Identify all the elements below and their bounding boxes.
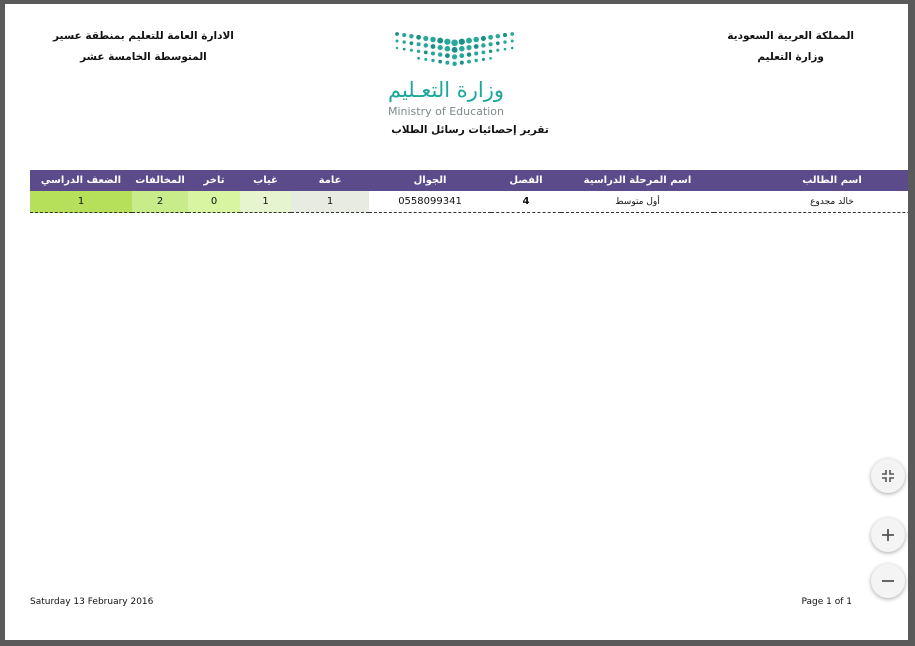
header-right: المملكة العربية السعودية وزارة التعليم bbox=[727, 26, 854, 68]
cell-violations: 2 bbox=[132, 191, 188, 213]
ministry-name: وزارة التعليم bbox=[757, 51, 824, 63]
school-name: المتوسطة الخامسة عشر bbox=[80, 51, 207, 63]
col-violations: المخالفات bbox=[132, 170, 188, 191]
report-title: تقرير إحصائيات رسائل الطلاب bbox=[391, 124, 549, 136]
report-page: المملكة العربية السعودية وزارة التعليم ا… bbox=[5, 4, 908, 640]
col-absence: غياب bbox=[240, 170, 291, 191]
cell-class: 4 bbox=[491, 191, 561, 213]
cell-absence: 1 bbox=[240, 191, 291, 213]
minus-icon bbox=[882, 580, 894, 582]
zoom-out-button[interactable] bbox=[871, 564, 905, 598]
footer-page-number: Page 1 of 1 bbox=[801, 597, 853, 607]
directorate-name: الادارة العامة للتعليم بمنطقة عسير bbox=[53, 30, 234, 42]
logo-arabic-text: وزارة التعـليم bbox=[387, 78, 505, 102]
footer-date: Saturday 13 February 2016 bbox=[30, 597, 154, 607]
cell-mobile: 0558099341 bbox=[369, 191, 491, 213]
fit-page-button[interactable] bbox=[871, 459, 905, 493]
students-table: اسم الطالب اسم المرحلة الدراسية الفصل ال… bbox=[30, 170, 908, 213]
col-stage: اسم المرحلة الدراسية bbox=[561, 170, 714, 191]
cell-general: 1 bbox=[291, 191, 369, 213]
cell-late: 0 bbox=[188, 191, 240, 213]
col-student-name: اسم الطالب bbox=[714, 170, 908, 191]
col-late: تاخر bbox=[188, 170, 240, 191]
cell-weakness: 1 bbox=[30, 191, 132, 213]
col-class: الفصل bbox=[491, 170, 561, 191]
plus-icon bbox=[882, 529, 894, 541]
cell-student-name: خالد مجدوع bbox=[714, 191, 908, 213]
logo-english-text: Ministry of Education bbox=[387, 105, 504, 118]
col-general: عامة bbox=[291, 170, 369, 191]
zoom-in-button[interactable] bbox=[871, 518, 905, 552]
table-row: خالد مجدوع أول متوسط 4 0558099341 1 1 0 … bbox=[30, 191, 908, 213]
col-weakness: الضعف الدراسي bbox=[30, 170, 132, 191]
kingdom-name: المملكة العربية السعودية bbox=[727, 30, 854, 42]
table-header-row: اسم الطالب اسم المرحلة الدراسية الفصل ال… bbox=[30, 170, 908, 191]
fit-page-icon bbox=[882, 470, 894, 482]
header-left: الادارة العامة للتعليم بمنطقة عسير المتو… bbox=[53, 26, 234, 68]
cell-stage: أول متوسط bbox=[561, 191, 714, 213]
col-mobile: الجوال bbox=[369, 170, 491, 191]
